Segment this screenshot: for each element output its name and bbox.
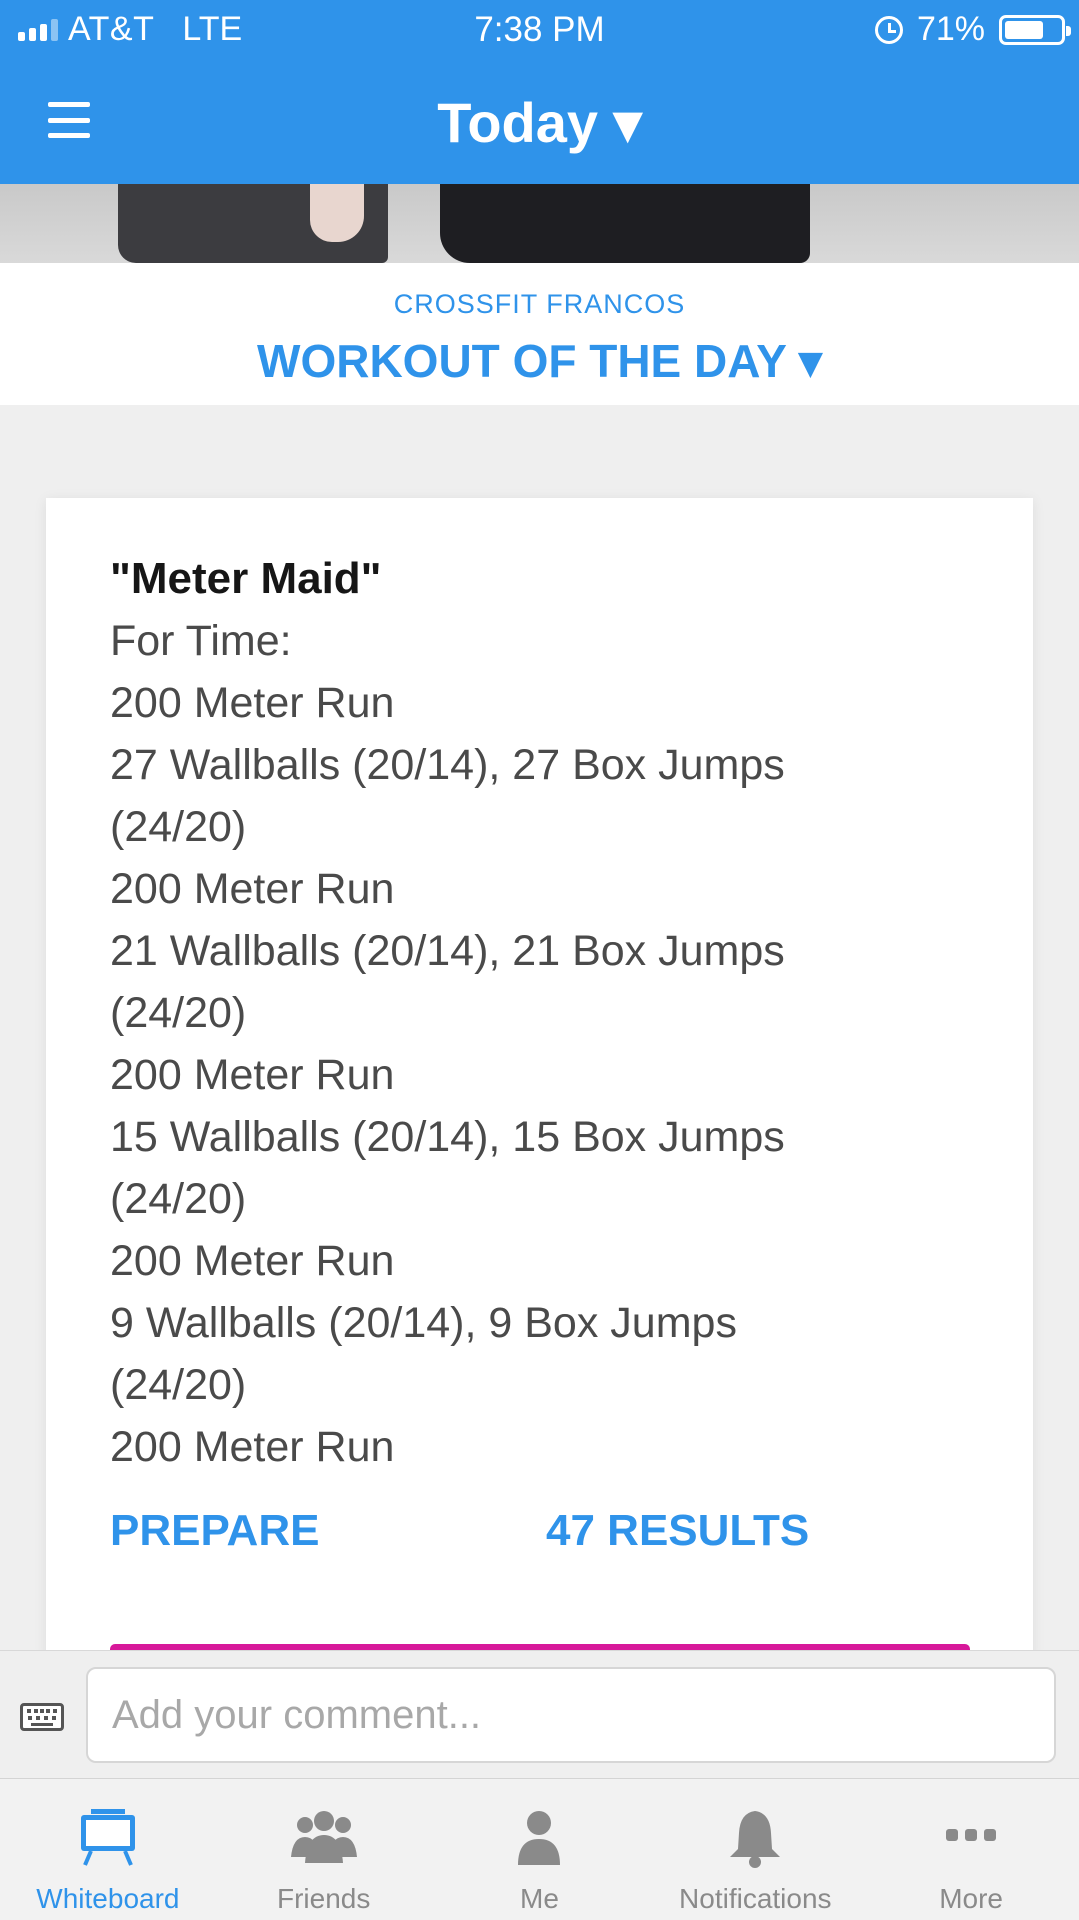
friends-icon (290, 1811, 357, 1863)
workout-name: "Meter Maid" (110, 554, 382, 603)
comment-input[interactable] (86, 1667, 1056, 1763)
tab-me[interactable]: Me (432, 1779, 648, 1920)
gym-banner-photo (0, 184, 1079, 263)
workout-card: "Meter Maid" For Time: 200 Meter Run 27 … (46, 498, 1033, 1658)
status-right: 71% (874, 10, 1071, 49)
tab-label: More (939, 1883, 1003, 1914)
workout-line: 200 Meter Run (110, 1051, 395, 1099)
tab-label: Friends (277, 1883, 371, 1914)
tab-label: Notifications (679, 1883, 832, 1914)
gym-header: CROSSFIT FRANCOS WORKOUT OF THE DAY ▾ (0, 263, 1079, 405)
results-button[interactable]: 47 RESULTS (546, 1506, 809, 1556)
top-bar: AT&T LTE 7:38 PM 71% Today ▾ (0, 0, 1079, 184)
workout-description: "Meter Maid" For Time: 200 Meter Run 27 … (110, 548, 910, 1478)
tab-bar: Whiteboard Friends Me Notifications More (0, 1778, 1079, 1920)
nav-bar: Today ▾ (0, 60, 1079, 184)
tab-whiteboard[interactable]: Whiteboard (0, 1779, 216, 1920)
alarm-icon (874, 15, 903, 44)
workout-line: For Time: (110, 617, 292, 665)
workout-line: 200 Meter Run (110, 679, 395, 727)
battery-icon (999, 14, 1071, 45)
workout-line: (24/20) (110, 1361, 247, 1409)
workout-line: 15 Wallballs (20/14), 15 Box Jumps (110, 1113, 785, 1161)
tab-more[interactable]: More (863, 1779, 1079, 1920)
date-selector[interactable]: Today ▾ (0, 90, 1079, 156)
battery-percent: 71% (916, 10, 985, 48)
workout-line: 21 Wallballs (20/14), 21 Box Jumps (110, 927, 785, 975)
tab-label: Whiteboard (36, 1883, 180, 1914)
more-icon (946, 1829, 997, 1841)
prepare-button[interactable]: PREPARE (110, 1506, 319, 1556)
comment-bar (0, 1650, 1079, 1778)
workout-section-selector[interactable]: WORKOUT OF THE DAY ▾ (0, 334, 1079, 388)
bell-icon (730, 1811, 781, 1868)
whiteboard-icon (80, 1809, 135, 1866)
workout-line: (24/20) (110, 803, 247, 851)
workout-line: (24/20) (110, 1175, 247, 1223)
workout-line: 200 Meter Run (110, 865, 395, 913)
workout-line: 200 Meter Run (110, 1423, 395, 1471)
workout-line: 9 Wallballs (20/14), 9 Box Jumps (110, 1299, 737, 1347)
status-bar: AT&T LTE 7:38 PM 71% (0, 0, 1079, 60)
tab-friends[interactable]: Friends (216, 1779, 432, 1920)
keyboard-icon[interactable] (20, 1703, 64, 1731)
gym-name: CROSSFIT FRANCOS (393, 289, 686, 319)
person-icon (518, 1811, 561, 1865)
workout-line: 200 Meter Run (110, 1237, 395, 1285)
tab-notifications[interactable]: Notifications (647, 1779, 863, 1920)
tab-label: Me (520, 1883, 559, 1914)
workout-line: 27 Wallballs (20/14), 27 Box Jumps (110, 741, 785, 789)
workout-line: (24/20) (110, 989, 247, 1037)
